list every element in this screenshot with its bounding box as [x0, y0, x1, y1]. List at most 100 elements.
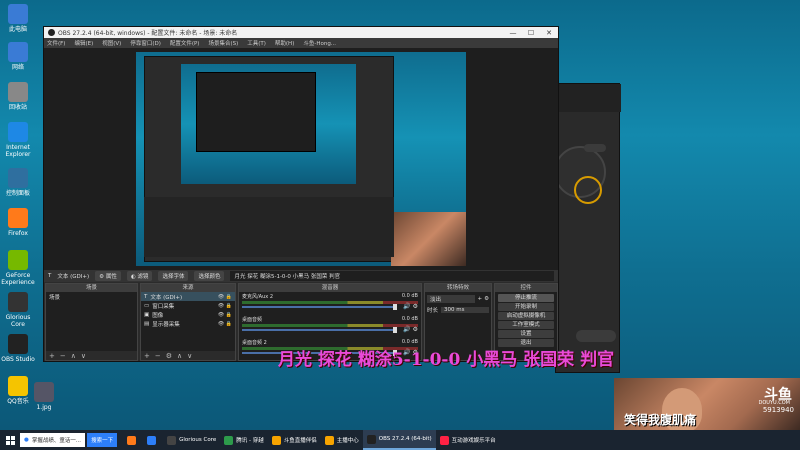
window-icon: ▭ [144, 302, 150, 309]
source-item[interactable]: T 文本 (GDI+) 👁 🔒 [141, 292, 235, 301]
gear-icon[interactable]: ⚙ [166, 352, 172, 360]
preview-canvas[interactable] [136, 52, 466, 266]
select-font-button[interactable]: 选择字体 [158, 271, 189, 281]
menu-item[interactable]: 场景集合(S) [208, 39, 238, 47]
app2-bottom-button[interactable] [576, 330, 616, 342]
virtual-camera-button[interactable]: 启动虚拟摄像机 [498, 312, 554, 320]
eye-icon[interactable]: 👁 🔒 [218, 312, 232, 318]
menu-item[interactable]: 文件(F) [47, 39, 65, 47]
app-icon [8, 122, 28, 142]
app-icon [324, 435, 334, 445]
desktop-icon[interactable]: Glorious Core [0, 292, 36, 328]
eye-icon[interactable]: 👁 🔒 [218, 321, 232, 327]
taskbar-app[interactable]: OBS 27.2.4 (64-bit) [362, 430, 436, 450]
app-icon [8, 82, 28, 102]
stop-streaming-button[interactable]: 停止推流 [498, 294, 554, 302]
desktop-icon-label: Firefox [8, 230, 28, 237]
app-icon [271, 435, 281, 445]
taskbar-app-label: 互动游戏娱乐平台 [451, 438, 496, 444]
start-recording-button[interactable]: 开始录制 [498, 303, 554, 311]
studio-mode-button[interactable]: 工作室模式 [498, 321, 554, 329]
speaker-icon[interactable]: 🔊 ⚙ [403, 303, 418, 310]
scene-item[interactable]: 场景 [46, 292, 137, 301]
move-up-icon[interactable]: ∧ [71, 352, 76, 360]
taskbar-app[interactable] [143, 430, 163, 450]
settings-button[interactable]: 设置 [498, 330, 554, 338]
search-button[interactable]: 搜索一下 [87, 433, 118, 447]
desktop-icon[interactable]: Firefox [0, 208, 36, 237]
move-up-icon[interactable]: ∧ [177, 352, 182, 360]
gear-icon: ⚙ [99, 274, 105, 280]
taskbar-app[interactable] [123, 430, 143, 450]
duration-input[interactable]: 300 ms [441, 306, 489, 313]
add-icon[interactable]: + [49, 352, 55, 360]
menu-item[interactable]: 停靠窗口(D) [130, 39, 161, 47]
desktop-icon[interactable]: OBS Studio [0, 334, 36, 363]
volume-slider[interactable] [242, 327, 397, 333]
taskbar-app-label: Glorious Core [179, 437, 217, 443]
live-assistant-window[interactable] [554, 83, 621, 373]
desktop-icon-label: 控制面板 [5, 190, 30, 197]
desktop-icon[interactable]: 控制面板 [0, 168, 36, 197]
desktop-icon[interactable]: 网络 [0, 42, 36, 71]
source-item[interactable]: ▤ 显示器采集 👁 🔒 [141, 319, 235, 328]
app2-toolbar [556, 84, 621, 112]
search-text: 掌握战绩、童话一... [31, 438, 82, 444]
obs-titlebar[interactable]: OBS 27.2.4 (64-bit, windows) - 配置文件: 未命名… [44, 27, 558, 38]
remove-icon[interactable]: − [60, 352, 66, 360]
menu-item[interactable]: 工具(T) [247, 39, 266, 47]
menu-item[interactable]: 斗鱼-Hong... [303, 39, 336, 47]
remove-icon[interactable]: − [155, 352, 161, 360]
gear-icon[interactable]: ⚙ [484, 296, 489, 302]
taskbar-app[interactable]: Glorious Core [163, 430, 220, 450]
source-item[interactable]: ▭ 窗口采集 👁 🔒 [141, 301, 235, 310]
close-icon[interactable]: ✕ [540, 29, 558, 37]
app-icon [8, 376, 28, 396]
monitor-icon: ▤ [144, 320, 150, 327]
desktop-icon[interactable]: 1.jpg [26, 382, 62, 411]
menu-item[interactable]: 编辑(E) [74, 39, 93, 47]
desktop-icon-label: Internet Explorer [5, 144, 31, 158]
mixer-channel: 麦克风/Aux 2 0.0 dB 🔊 ⚙ [242, 293, 418, 310]
taskbar-app[interactable]: 斗鱼直播伴侣 [268, 430, 321, 450]
maximize-icon[interactable]: ☐ [522, 29, 540, 37]
desktop-icon[interactable]: 回收站 [0, 82, 36, 111]
volume-slider[interactable] [242, 304, 397, 310]
eye-icon[interactable]: 👁 🔒 [218, 303, 232, 309]
filters-button[interactable]: ◐ 滤镜 [126, 271, 153, 281]
app2-button[interactable] [584, 144, 606, 152]
menu-item[interactable]: 配置文件(P) [170, 39, 200, 47]
app-icon [8, 168, 28, 188]
webcam-overlay: 斗鱼 DOUYU.COM 5913940 笑得我腹肌痛 [614, 378, 800, 430]
move-down-icon[interactable]: ∨ [187, 352, 192, 360]
source-text-value[interactable]: 月光 探花 糊涂5-1-0-0 小黑马 张国荣 判官 [230, 271, 554, 281]
taskbar-app-label: 腾讯 - 穿越 [236, 438, 264, 444]
menu-item[interactable]: 帮助(H) [275, 39, 294, 47]
desktop-icon-label: OBS Studio [1, 356, 35, 363]
start-button[interactable] [0, 430, 20, 450]
select-color-button[interactable]: 选择颜色 [194, 271, 225, 281]
menu-item[interactable]: 视图(V) [102, 39, 121, 47]
properties-button[interactable]: ⚙ 属性 [95, 271, 121, 281]
source-item[interactable]: ▣ 图像 👁 🔒 [141, 310, 235, 319]
add-icon[interactable]: + [477, 296, 482, 302]
add-icon[interactable]: + [144, 352, 150, 360]
taskbar-search[interactable]: ● 掌握战绩、童话一... [20, 433, 86, 447]
taskbar-app[interactable]: 互动游戏娱乐平台 [436, 430, 500, 450]
eye-icon[interactable]: 👁 🔒 [218, 294, 232, 300]
desktop-icon-label: 回收站 [8, 104, 27, 111]
obs-window[interactable]: OBS 27.2.4 (64-bit, windows) - 配置文件: 未命名… [43, 26, 559, 362]
desktop-icon[interactable]: Internet Explorer [0, 122, 36, 158]
app-icon [34, 382, 54, 402]
desktop-icon[interactable]: GeForce Experience [0, 250, 36, 286]
taskbar-app[interactable]: 主播中心 [321, 430, 363, 450]
transition-select[interactable]: 淡出 + ⚙ [427, 294, 489, 303]
move-down-icon[interactable]: ∨ [81, 352, 86, 360]
app-icon [8, 250, 28, 270]
nested-caption [246, 240, 386, 248]
duration-row: 时长 300 ms [427, 305, 489, 314]
minimize-icon[interactable]: — [504, 29, 522, 37]
speaker-icon[interactable]: 🔊 ⚙ [403, 326, 418, 333]
desktop-icon[interactable]: 此电脑 [0, 4, 36, 33]
taskbar-app[interactable]: 腾讯 - 穿越 [220, 430, 267, 450]
